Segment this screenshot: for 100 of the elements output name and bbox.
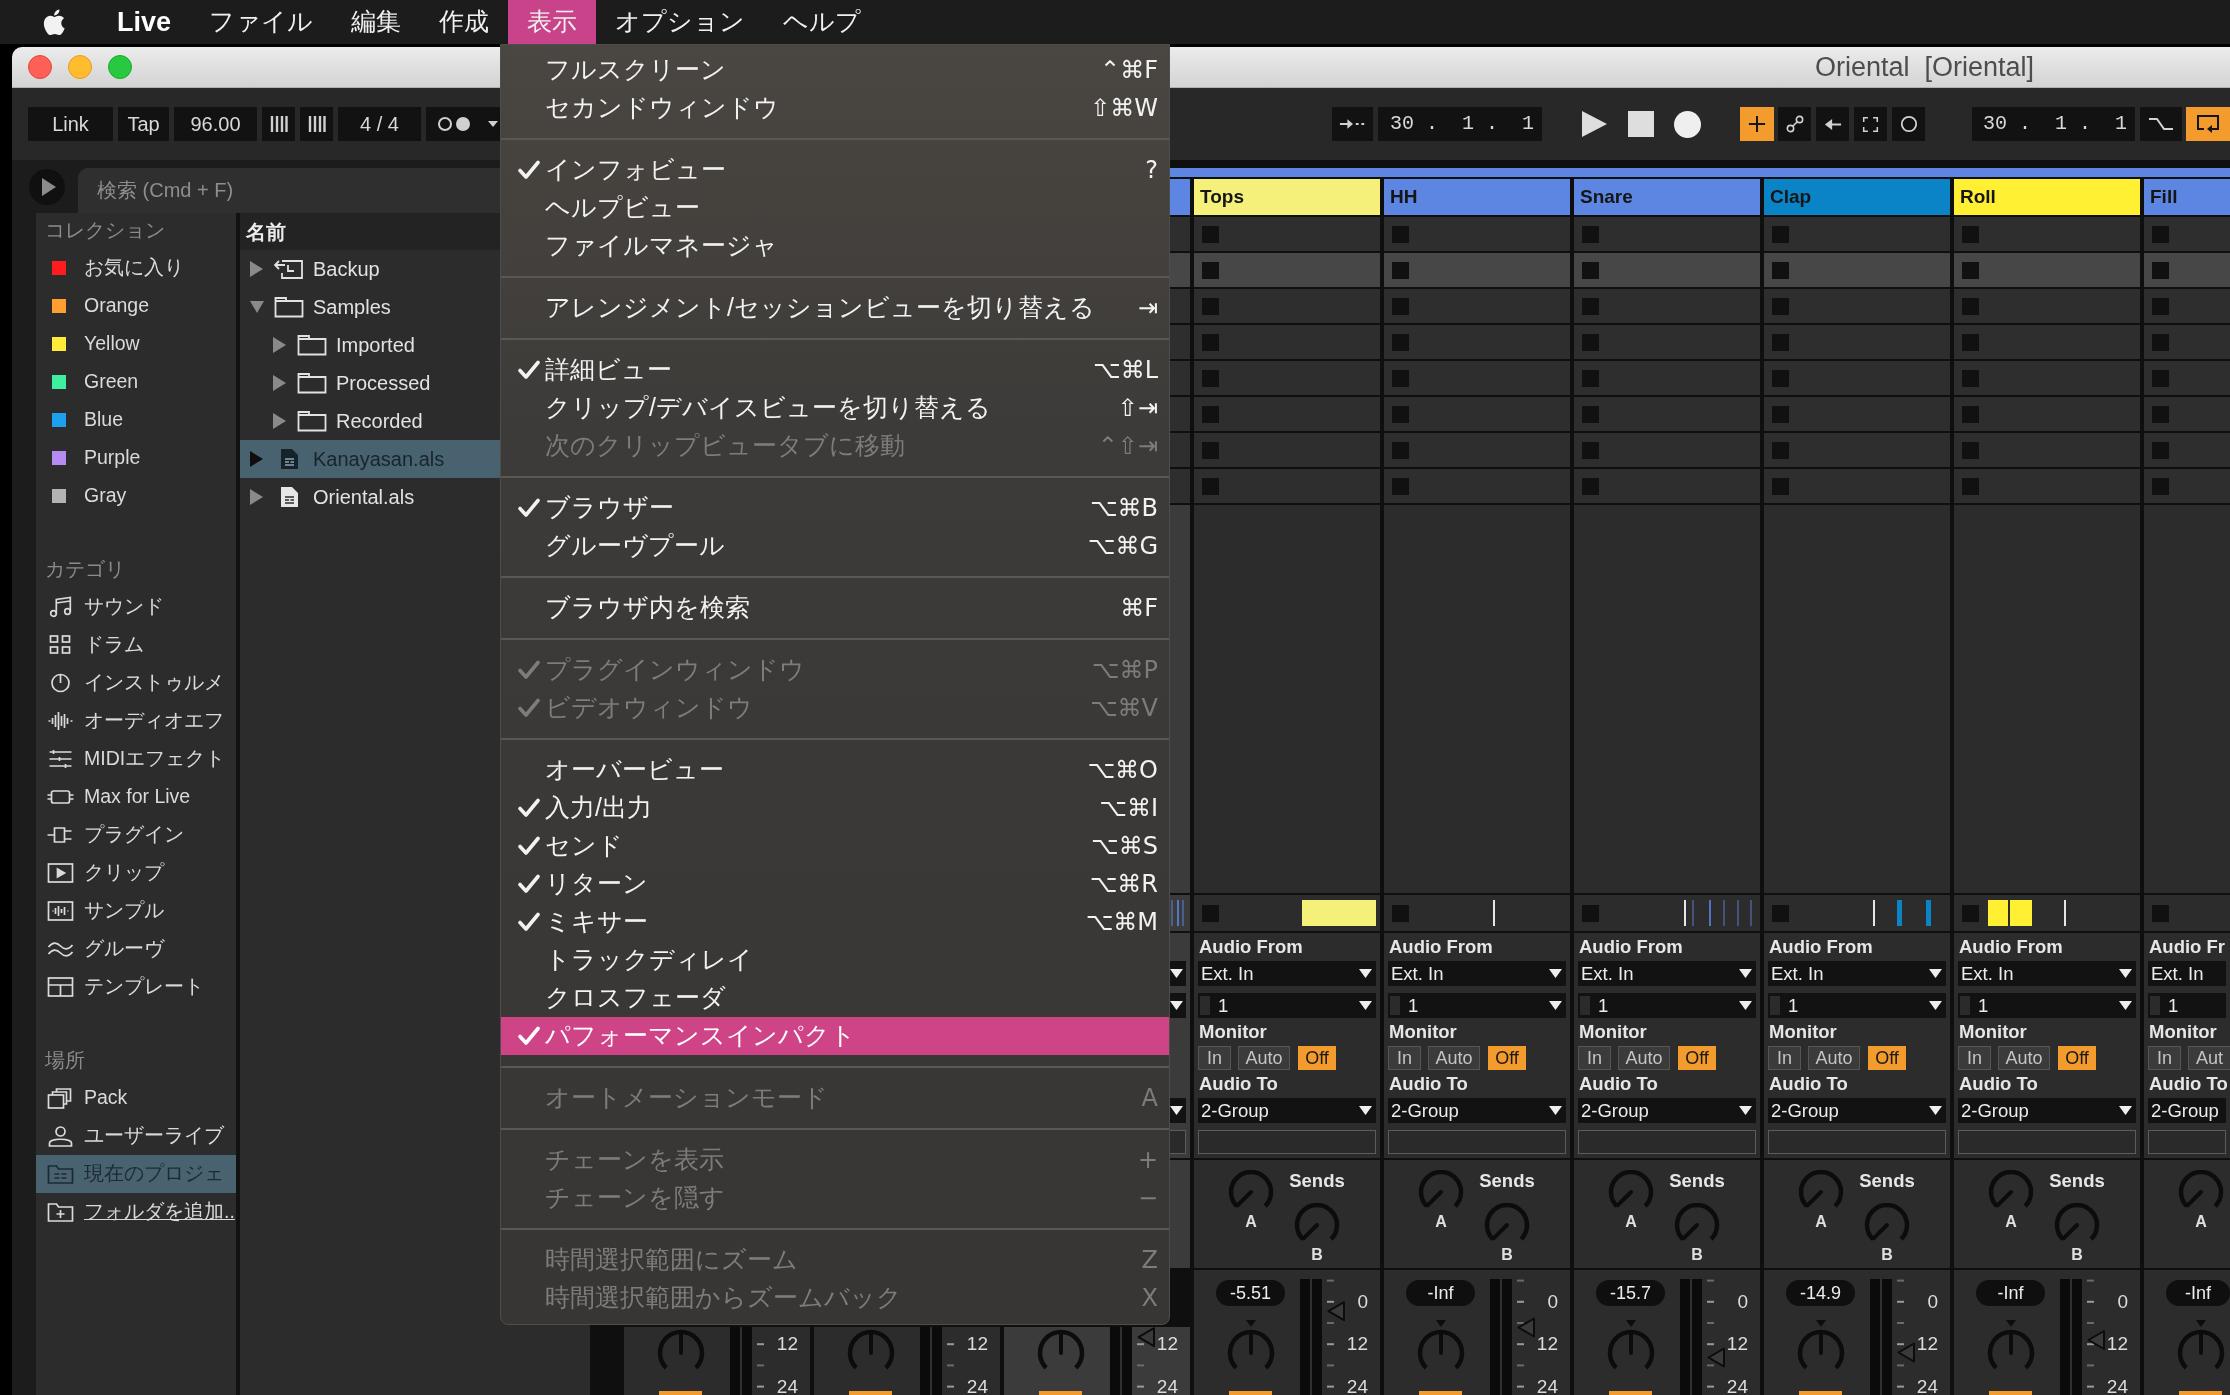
sidebar-item[interactable]: Blue xyxy=(36,401,236,439)
clip-slot[interactable] xyxy=(1954,397,2140,431)
stop-button[interactable] xyxy=(1772,477,1789,495)
stop-button[interactable] xyxy=(2152,477,2169,495)
monitor-button[interactable]: Auto xyxy=(1428,1046,1480,1070)
menu-item[interactable]: セカンドウィンドウ ⇧⌘W xyxy=(501,89,1169,127)
stop-button[interactable] xyxy=(1202,477,1219,495)
track-activator[interactable] xyxy=(849,1391,892,1395)
clip-slot[interactable] xyxy=(1194,325,1380,359)
clip-slot[interactable] xyxy=(1574,253,1760,287)
clip-slot[interactable] xyxy=(1194,397,1380,431)
dropdown[interactable]: 2-Group xyxy=(1768,1098,1946,1123)
menu-item[interactable]: 入力/出力 ⌥⌘I xyxy=(501,789,1169,827)
sidebar-item[interactable]: インストゥルメ xyxy=(36,664,236,702)
toolbar-button[interactable] xyxy=(1892,107,1925,141)
stop-button[interactable] xyxy=(1582,369,1599,387)
sidebar-item[interactable]: ユーザーライブ xyxy=(36,1117,236,1155)
toolbar-button[interactable] xyxy=(2186,107,2230,141)
clip-slot[interactable] xyxy=(1574,433,1760,467)
monitor-button[interactable]: Auto xyxy=(1238,1046,1290,1070)
track-activator[interactable] xyxy=(1229,1391,1272,1395)
clip-slot[interactable] xyxy=(1170,325,1190,359)
stop-button[interactable] xyxy=(1202,405,1219,423)
dropdown[interactable]: Ext. In xyxy=(1768,961,1946,986)
stop-button[interactable] xyxy=(1392,369,1409,387)
sidebar-item[interactable]: オーディオエフ xyxy=(36,702,236,740)
menu-title[interactable]: 表示 xyxy=(508,0,597,44)
monitor-button[interactable]: Off xyxy=(1678,1046,1716,1070)
file-row[interactable]: Imported xyxy=(240,326,500,364)
close-button[interactable] xyxy=(28,55,52,79)
menu-item[interactable]: 詳細ビュー ⌥⌘L xyxy=(501,351,1169,389)
track-title[interactable]: Fill xyxy=(2144,179,2230,215)
clip-slot[interactable] xyxy=(2144,397,2230,431)
monitor-button[interactable]: Auto xyxy=(1618,1046,1670,1070)
menu-item[interactable]: リターン ⌥⌘R xyxy=(501,865,1169,903)
sidebar-item[interactable]: お気に入り xyxy=(36,249,236,287)
clip-slot[interactable] xyxy=(1170,217,1190,251)
track-activator[interactable] xyxy=(1799,1391,1842,1395)
track-title[interactable]: Tops xyxy=(1194,179,1380,215)
menu-item[interactable]: グルーヴプール ⌥⌘G xyxy=(501,527,1169,565)
sidebar-item[interactable]: Orange xyxy=(36,287,236,325)
dropdown[interactable]: Ext. In xyxy=(1958,961,2136,986)
stop-button[interactable] xyxy=(1582,405,1599,423)
stop-button[interactable] xyxy=(1582,261,1599,279)
fader-handle[interactable] xyxy=(1137,1327,1155,1348)
menu-item[interactable]: パフォーマンスインパクト xyxy=(501,1017,1169,1055)
stop-button[interactable] xyxy=(1962,225,1979,243)
monitor-button[interactable]: Off xyxy=(1298,1046,1336,1070)
routing-field[interactable] xyxy=(1578,1130,1756,1154)
stop-button[interactable] xyxy=(1392,405,1409,423)
stop-button[interactable] xyxy=(1202,441,1219,459)
menu-item[interactable]: センド ⌥⌘S xyxy=(501,827,1169,865)
stop-button[interactable] xyxy=(1772,369,1789,387)
track-activator[interactable] xyxy=(1989,1391,2032,1395)
clip-slot[interactable] xyxy=(1170,397,1190,431)
stop-button[interactable] xyxy=(1202,225,1219,243)
stop-button[interactable] xyxy=(1962,369,1979,387)
clip-slot[interactable] xyxy=(1194,217,1380,251)
dropdown[interactable]: 1 xyxy=(1958,993,2136,1018)
menu-item[interactable]: インフォビュー ? xyxy=(501,151,1169,189)
monitor-button[interactable]: In xyxy=(1768,1046,1801,1070)
stop-button[interactable] xyxy=(1962,441,1979,459)
clip-slot[interactable] xyxy=(2144,289,2230,323)
fader-handle[interactable] xyxy=(1707,1347,1725,1368)
toolbar-button[interactable] xyxy=(2140,107,2182,141)
clip-slot[interactable] xyxy=(1194,289,1380,323)
stop-button[interactable] xyxy=(1962,297,1979,315)
stop-button[interactable] xyxy=(1582,441,1599,459)
fader-handle[interactable] xyxy=(1327,1301,1345,1322)
volume-readout[interactable]: -15.7 xyxy=(1596,1280,1665,1306)
file-row[interactable]: Recorded xyxy=(240,402,500,440)
track-activator[interactable] xyxy=(1609,1391,1652,1395)
file-row[interactable]: Processed xyxy=(240,364,500,402)
stop-button[interactable] xyxy=(2152,225,2169,243)
clip-slot[interactable] xyxy=(1764,397,1950,431)
stop-button[interactable] xyxy=(1392,333,1409,351)
clip-slot[interactable] xyxy=(1384,469,1570,503)
clip-slot[interactable] xyxy=(1170,361,1190,395)
track-title[interactable]: HH xyxy=(1384,179,1570,215)
sidebar-item[interactable]: プラグイン xyxy=(36,816,236,854)
sidebar-item[interactable]: Purple xyxy=(36,439,236,477)
stop-button[interactable] xyxy=(1772,405,1789,423)
monitor-button[interactable]: Off xyxy=(1488,1046,1526,1070)
minimize-button[interactable] xyxy=(68,55,92,79)
file-row[interactable]: Samples xyxy=(240,288,500,326)
monitor-button[interactable]: In xyxy=(1388,1046,1421,1070)
menu-item[interactable]: トラックディレイ xyxy=(501,941,1169,979)
clip-slot[interactable] xyxy=(1384,361,1570,395)
clip-slot[interactable] xyxy=(1764,289,1950,323)
routing-field[interactable] xyxy=(1958,1130,2136,1154)
dropdown[interactable]: 1 xyxy=(1198,993,1376,1018)
clip-slot[interactable] xyxy=(1954,469,2140,503)
sidebar-item[interactable]: サンプル xyxy=(36,892,236,930)
clip-slot[interactable] xyxy=(1764,433,1950,467)
menu-item[interactable]: オーバービュー ⌥⌘O xyxy=(501,751,1169,789)
toolbar-button[interactable] xyxy=(300,107,333,141)
clip-slot[interactable] xyxy=(1170,253,1190,287)
clip-slot[interactable] xyxy=(1764,217,1950,251)
stop-button[interactable] xyxy=(1202,261,1219,279)
clip-slot[interactable] xyxy=(1574,361,1760,395)
